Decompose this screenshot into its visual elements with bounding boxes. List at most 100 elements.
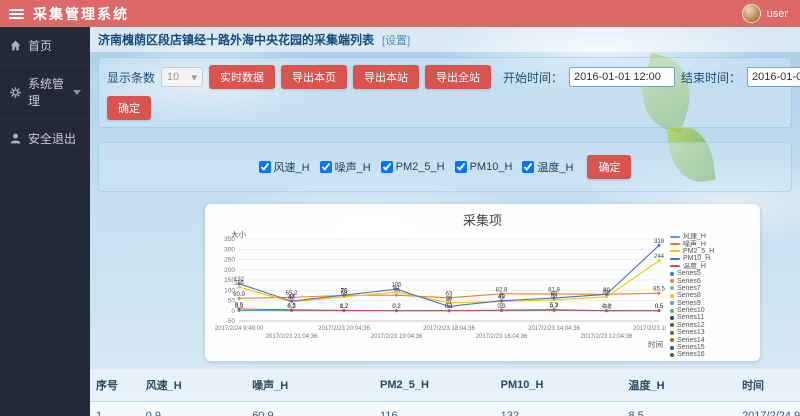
page-title: 济南槐荫区段店镇经十路外海中央花园的采集端列表 [98, 31, 374, 48]
settings-link[interactable]: [设置] [382, 32, 410, 48]
table-cell: 116 [374, 401, 495, 416]
legend-item: Series13 [670, 329, 750, 336]
sidebar-item-label: 系统管理 [28, 75, 67, 109]
column-header: PM10_H [495, 369, 623, 402]
header-user-area: user [742, 4, 800, 23]
checkbox[interactable] [522, 161, 534, 173]
display-count-label: 显示条数 [107, 69, 155, 86]
filter-panel: 风速_H 噪声_H PM2_5_H PM10_H 温度_H 确定 [98, 142, 792, 192]
svg-text:2017/2/23 12:04:36: 2017/2/23 12:04:36 [581, 334, 633, 340]
start-time-input[interactable] [569, 67, 675, 87]
svg-text:0.5: 0.5 [655, 304, 664, 310]
legend-item: Series14 [670, 336, 750, 343]
legend-item: Series8 [670, 292, 750, 299]
export-all-button[interactable]: 导出全站 [425, 65, 491, 89]
sidebar-item-label: 首页 [28, 37, 52, 54]
table-header-row: 序号风速_H噪声_HPM2_5_HPM10_H温度_H时间 [90, 369, 800, 402]
filter-checkbox-0[interactable]: 风速_H [259, 159, 310, 175]
chart-legend: 风速_H噪声_HPM2_5_HPM10_H温度_HSeries5Series6S… [666, 229, 750, 359]
svg-text:0.1: 0.1 [445, 304, 454, 310]
legend-item: Series5 [670, 270, 750, 277]
user-avatar[interactable] [742, 4, 761, 23]
legend-item: 噪声_H [670, 240, 750, 247]
svg-text:80: 80 [603, 288, 610, 294]
svg-text:244: 244 [654, 254, 665, 260]
filter-checkbox-3[interactable]: PM10_H [455, 161, 513, 173]
checkbox[interactable] [455, 161, 467, 173]
column-header: 风速_H [140, 369, 247, 402]
legend-item: Series15 [670, 344, 750, 351]
column-header: 时间 [736, 369, 800, 402]
app-window: 采集管理系统 user 首页 系统管理 安全退出 济南槐荫区段店镇经十路外海中央… [0, 27, 800, 416]
svg-text:2017/2/23 19:04:36: 2017/2/23 19:04:36 [371, 334, 423, 340]
svg-text:4.5: 4.5 [287, 303, 296, 309]
legend-item: Series9 [670, 300, 750, 307]
svg-text:2017/2/23 21:04:36: 2017/2/23 21:04:36 [266, 334, 318, 340]
table-cell: 8.5 [622, 401, 736, 416]
svg-text:8.5: 8.5 [235, 303, 244, 309]
select-value: 10 [167, 71, 179, 83]
svg-text:0.2: 0.2 [392, 304, 401, 310]
menu-toggle-icon[interactable] [9, 7, 24, 21]
filter-checkbox-2[interactable]: PM2_5_H [381, 161, 445, 173]
svg-text:时间: 时间 [648, 339, 663, 349]
controls-row: 显示条数 10 ▾ 实时数据导出本页导出本站导出全站 开始时间： 结束时间： [107, 65, 783, 89]
svg-text:-50: -50 [226, 318, 236, 325]
svg-text:2017/2/23 20:04:36: 2017/2/23 20:04:36 [318, 326, 370, 332]
sidebar-item-home[interactable]: 首页 [0, 27, 90, 65]
svg-text:76: 76 [341, 289, 348, 295]
table-cell: 60.9 [246, 401, 374, 416]
sidebar-item-system-management[interactable]: 系统管理 [0, 65, 90, 120]
svg-text:85.5: 85.5 [653, 287, 665, 293]
main-content: 济南槐荫区段店镇经十路外海中央花园的采集端列表 [设置] 显示条数 10 ▾ 实… [90, 27, 800, 416]
collection-items-chart: 350300250200150100500-502017/2/24 9:49:0… [211, 229, 666, 355]
legend-item: Series12 [670, 322, 750, 329]
legend-item: Series16 [670, 351, 750, 358]
svg-text:60.9: 60.9 [233, 292, 245, 298]
confirm-row: 确定 [107, 96, 783, 120]
confirm-button[interactable]: 确定 [107, 96, 151, 120]
legend-item: Series10 [670, 307, 750, 314]
end-time-input[interactable] [747, 67, 800, 87]
filter-checkbox-1[interactable]: 噪声_H [320, 159, 371, 175]
legend-item: Series11 [670, 314, 750, 321]
column-header: 噪声_H [246, 369, 374, 402]
legend-item: Series6 [670, 277, 750, 284]
checkbox[interactable] [259, 161, 271, 173]
data-table: 序号风速_H噪声_HPM2_5_HPM10_H温度_H时间 10.960.911… [90, 369, 800, 416]
svg-text:105: 105 [391, 283, 402, 289]
svg-text:-0.2: -0.2 [601, 304, 612, 310]
column-header: PM2_5_H [374, 369, 495, 402]
app-title: 采集管理系统 [33, 4, 129, 24]
realtime-data-button[interactable]: 实时数据 [209, 65, 275, 89]
checkbox[interactable] [381, 161, 393, 173]
sidebar-item-logout[interactable]: 安全退出 [0, 120, 90, 158]
svg-text:200: 200 [224, 267, 235, 274]
checkbox[interactable] [320, 161, 332, 173]
chart-body: 350300250200150100500-502017/2/24 9:49:0… [211, 229, 754, 359]
home-icon [9, 39, 22, 52]
chevron-down-icon: ▾ [191, 71, 197, 84]
chevron-down-icon [73, 90, 81, 95]
export-page-button[interactable]: 导出本页 [281, 65, 347, 89]
sidebar-item-label: 安全退出 [28, 130, 76, 147]
legend-item: PM2_5_H [670, 248, 750, 255]
svg-text:300: 300 [224, 246, 235, 253]
display-count-select[interactable]: 10 ▾ [161, 67, 203, 87]
table-cell: 0.9 [140, 401, 247, 416]
export-site-button[interactable]: 导出本站 [353, 65, 419, 89]
table-row[interactable]: 10.960.91161328.52017/2/24 9:49:00 [90, 401, 800, 416]
start-time-label: 开始时间： [503, 69, 563, 86]
gear-icon [9, 86, 22, 99]
svg-text:82.8: 82.8 [496, 287, 508, 293]
column-header: 序号 [90, 369, 140, 402]
controls-panel: 显示条数 10 ▾ 实时数据导出本页导出本站导出全站 开始时间： 结束时间： 确… [98, 57, 792, 128]
end-time-label: 结束时间： [681, 69, 741, 86]
svg-text:62: 62 [551, 292, 558, 298]
chart-title: 采集项 [211, 210, 754, 229]
svg-text:250: 250 [224, 257, 235, 264]
sidebar: 首页 系统管理 安全退出 [0, 27, 90, 416]
filter-confirm-button[interactable]: 确定 [587, 155, 631, 179]
filter-checkbox-4[interactable]: 温度_H [522, 159, 573, 175]
svg-text:大小: 大小 [231, 229, 246, 239]
